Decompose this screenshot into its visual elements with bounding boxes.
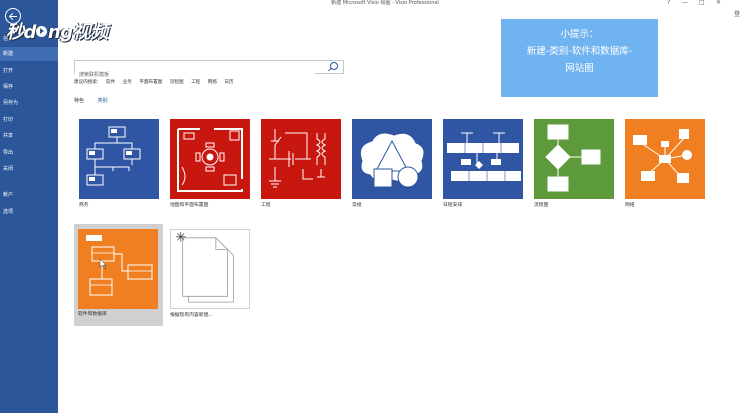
tab-featured[interactable]: 特色 [74,98,84,104]
flowchart-icon [534,119,614,199]
suggested-link[interactable]: 软件 [106,80,115,85]
business-diagram-icon [79,119,159,199]
engineering-circuit-icon [261,119,341,199]
template-label: 流程图 [534,203,549,208]
title-bar: 新建 Microsoft Visio 绘图 - Visio Profession… [0,0,740,18]
close-button[interactable]: ✕ [716,0,721,6]
suggested-link[interactable]: 流程图 [170,80,184,85]
nav-options[interactable]: 选项 [0,205,58,219]
template-label: 常规 [352,203,362,208]
suggested-link[interactable]: 工程 [191,80,200,85]
template-tabs: 特色 类别 [74,97,120,105]
tip-line-2: 新建-类别-软件和数据库- [526,46,633,57]
software-database-icon [78,229,158,309]
new-from-existing-icon [170,229,250,309]
nav-close[interactable]: 关闭 [0,162,58,176]
template-label: 日程安排 [443,203,463,208]
nav-share[interactable]: 共享 [0,129,58,143]
floor-plan-icon [170,119,250,199]
suggested-label: 建议的搜索: [74,80,99,85]
nav-export[interactable]: 导出 [0,146,58,160]
restore-button[interactable]: □ [699,0,705,6]
template-flowchart[interactable]: 流程图 [534,119,614,211]
suggested-link[interactable]: 网络 [208,80,217,85]
tab-categories[interactable]: 类别 [98,98,108,104]
template-floor-plan[interactable]: 地图和平面布置图 [170,119,250,211]
template-engineering[interactable]: 工程 [261,119,341,211]
template-new-from-existing[interactable]: 根据现有内容新建... [170,229,250,321]
nav-save[interactable]: 保存 [0,80,58,94]
search-icon[interactable] [330,62,338,70]
template-search-box [74,60,344,81]
visio-backstage: 新建 Microsoft Visio 绘图 - Visio Profession… [0,0,740,413]
suggested-link[interactable]: 业务 [123,80,132,85]
nav-open[interactable]: 打开 [0,64,58,78]
nav-new[interactable]: 新建 [0,47,58,61]
template-label: 工程 [261,203,271,208]
nav-print[interactable]: 打印 [0,113,58,127]
schedule-timeline-icon [443,119,523,199]
play-icon [36,25,48,37]
template-label: 网络 [625,203,635,208]
template-label: 根据现有内容新建... [170,313,213,318]
nav-save-as[interactable]: 另存为 [0,96,58,110]
suggested-link[interactable]: 平面布置图 [139,80,162,85]
tip-line-1: 小提示： [560,29,599,40]
template-schedule[interactable]: 日程安排 [443,119,523,211]
suggested-link[interactable]: 日历 [224,80,233,85]
template-label: 地图和平面布置图 [170,203,209,208]
template-software-database[interactable]: 软件和数据库 [74,224,163,326]
basic-shapes-icon [352,119,432,199]
help-button[interactable]: ? [667,0,670,6]
tip-box: 小提示： 新建-类别-软件和数据库- 网站图 [501,19,658,97]
template-general[interactable]: 常规 [352,119,432,211]
signin-link[interactable]: 登 [734,12,740,18]
template-label: 商务 [79,203,89,208]
nav-account[interactable]: 帐户 [0,188,58,202]
template-business[interactable]: 商务 [79,119,159,211]
watermark-text-2: ng视频 [47,22,108,43]
backstage-sidebar: 信息 新建 打开 保存 另存为 打印 共享 导出 关闭 帐户 选项 [0,0,58,413]
template-label: 软件和数据库 [78,312,107,317]
minimize-button[interactable]: — [682,0,688,6]
template-network[interactable]: 网络 [625,119,705,211]
tip-line-3: 网站图 [565,63,594,74]
suggested-searches: 建议的搜索: 软件 业务 平面布置图 流程图 工程 网络 日历 [74,79,240,87]
watermark-text-1: 秒d [6,22,36,43]
window-title: 新建 Microsoft Visio 绘图 - Visio Profession… [331,0,439,6]
watermark-logo: 秒d ng视频 [6,18,108,44]
network-icon [625,119,705,199]
